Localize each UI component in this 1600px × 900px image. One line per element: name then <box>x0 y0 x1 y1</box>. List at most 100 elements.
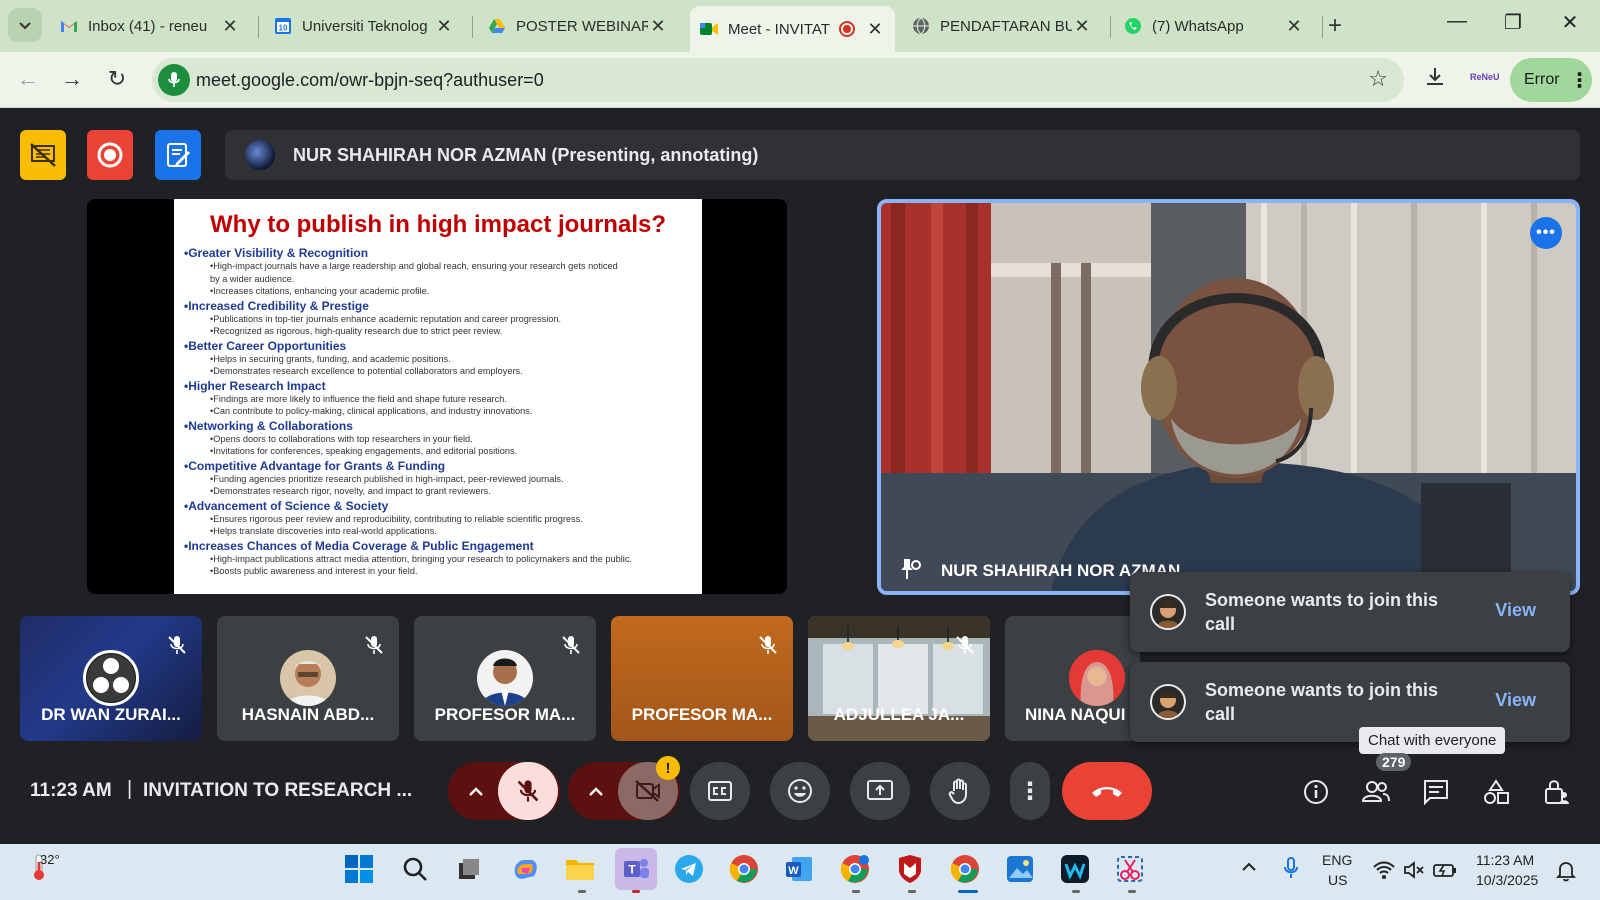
pin-icon[interactable] <box>895 555 923 583</box>
slide-section: •Competitive Advantage for Grants & Fund… <box>184 459 692 498</box>
tab-whatsapp[interactable]: (7) WhatsApp ✕ <box>1114 8 1314 44</box>
tab-meet[interactable]: Meet - INVITAT ✕ <box>690 6 895 52</box>
shared-screen-tile[interactable]: Why to publish in high impact journals? … <box>87 199 787 594</box>
closed-caption-icon <box>708 781 732 801</box>
word-icon: W <box>786 857 812 881</box>
participant-tile[interactable]: PROFESOR MA... <box>611 616 793 741</box>
more-options-button[interactable]: ••• <box>1530 217 1562 249</box>
start-button[interactable] <box>342 852 376 886</box>
extension-reneu[interactable]: ReNeU <box>1470 72 1500 82</box>
recording-button[interactable] <box>87 130 133 180</box>
video-settings-button[interactable] <box>578 774 614 810</box>
audio-settings-button[interactable] <box>458 774 494 810</box>
file-explorer-button[interactable] <box>563 852 597 886</box>
tab-poster-webinar[interactable]: POSTER WEBINAR ✕ <box>478 8 678 44</box>
browser-toolbar: ← → ↻ meet.google.com/owr-bpjn-seq?authu… <box>0 52 1600 108</box>
restore-button[interactable]: ❐ <box>1498 10 1528 35</box>
close-window-button[interactable]: ✕ <box>1555 10 1585 35</box>
taskbar-date[interactable]: 10/3/2025 <box>1476 872 1538 888</box>
more-options-toolbar-button[interactable]: ⋮ <box>1010 762 1050 820</box>
tab-label: Universiti Teknolog <box>302 17 428 35</box>
shield-icon <box>899 855 921 883</box>
download-icon[interactable] <box>1424 66 1446 94</box>
volume-muted-icon[interactable] <box>1402 860 1426 885</box>
view-request-button[interactable]: View <box>1495 690 1536 711</box>
tray-overflow-button[interactable] <box>1240 858 1258 881</box>
activities-button[interactable] <box>1478 774 1514 810</box>
svg-text:T: T <box>628 863 636 877</box>
wifi-icon[interactable] <box>1372 860 1396 885</box>
back-button[interactable]: ← <box>14 66 42 92</box>
mcafee-button[interactable] <box>893 852 927 886</box>
close-icon[interactable]: ✕ <box>648 16 668 37</box>
minimize-button[interactable]: — <box>1442 10 1472 33</box>
stop-presenting-button[interactable] <box>20 130 66 180</box>
photos-icon <box>1007 856 1033 882</box>
search-button[interactable] <box>398 852 432 886</box>
running-indicator <box>908 890 916 893</box>
leave-call-button[interactable] <box>1062 762 1152 820</box>
teams-button[interactable]: T <box>615 848 657 890</box>
close-icon[interactable]: ✕ <box>1284 16 1304 37</box>
meet-icon <box>700 20 718 38</box>
close-icon[interactable]: ✕ <box>865 19 885 40</box>
annotate-button[interactable] <box>155 130 201 180</box>
tab-gmail[interactable]: Inbox (41) - reneu ✕ <box>50 8 250 44</box>
slide-section: •Greater Visibility & Recognition •High-i… <box>184 247 692 298</box>
participant-tile[interactable]: PROFESOR MA... <box>414 616 596 741</box>
more-vertical-icon: ⋮ <box>1569 69 1590 92</box>
tab-search-button[interactable] <box>8 8 42 42</box>
microphone-permission-icon[interactable] <box>158 64 190 96</box>
view-request-button[interactable]: View <box>1495 600 1536 621</box>
close-icon[interactable]: ✕ <box>434 16 454 37</box>
people-icon <box>1361 781 1390 802</box>
language-line1[interactable]: ENG <box>1322 852 1352 868</box>
profile-error-button[interactable]: Error ⋮ <box>1510 58 1592 102</box>
host-controls-button[interactable] <box>1538 774 1574 810</box>
participant-tile[interactable]: NINA NAQUI <box>1005 616 1140 741</box>
bookmark-star-icon[interactable]: ☆ <box>1368 66 1388 92</box>
captions-button[interactable] <box>690 762 750 820</box>
people-button[interactable] <box>1358 774 1394 810</box>
main-video-tile[interactable]: ••• NUR SHAHIRAH NOR AZMAN <box>877 199 1580 595</box>
present-screen-button[interactable] <box>850 762 910 820</box>
forward-button[interactable]: → <box>58 66 86 92</box>
microphone-tray-icon[interactable] <box>1282 856 1300 885</box>
tab-label: (7) WhatsApp <box>1152 17 1244 35</box>
participant-tile[interactable]: ADJULLEA JA... <box>808 616 990 741</box>
tab-pendaftaran[interactable]: PENDAFTARAN BU ✕ <box>902 8 1102 44</box>
webex-button[interactable] <box>1058 852 1092 886</box>
reload-button[interactable]: ↻ <box>103 66 131 92</box>
participant-tile[interactable]: DR WAN ZURAI... <box>20 616 202 741</box>
tab-universiti[interactable]: 10 Universiti Teknolog ✕ <box>264 8 464 44</box>
tab-separator <box>1110 16 1111 38</box>
telegram-button[interactable] <box>672 852 706 886</box>
chat-button[interactable] <box>1418 774 1454 810</box>
chrome-profile-button[interactable] <box>838 852 872 886</box>
raise-hand-button[interactable] <box>930 762 990 820</box>
slide-bullet: •Publications in top-tier journals enhan… <box>210 313 562 324</box>
snipping-tool-button[interactable] <box>1113 852 1147 886</box>
copilot-button[interactable] <box>508 852 542 886</box>
close-icon[interactable]: ✕ <box>220 16 240 37</box>
participant-tile[interactable]: HASNAIN ABD... <box>217 616 399 741</box>
microphone-toggle-button[interactable] <box>498 762 558 820</box>
task-view-button[interactable] <box>452 852 486 886</box>
new-tab-button[interactable]: + <box>1328 12 1342 40</box>
photos-button[interactable] <box>1003 852 1037 886</box>
notification-center-button[interactable] <box>1555 860 1577 887</box>
meeting-details-button[interactable] <box>1298 774 1334 810</box>
telegram-icon <box>675 855 703 883</box>
address-bar[interactable]: meet.google.com/owr-bpjn-seq?authuser=0 … <box>152 58 1404 102</box>
chrome-active-button[interactable] <box>948 852 982 886</box>
call-end-icon <box>1092 787 1122 797</box>
chevron-up-icon <box>589 787 603 796</box>
taskbar-time[interactable]: 11:23 AM <box>1476 852 1534 868</box>
close-icon[interactable]: ✕ <box>1072 16 1092 37</box>
more-horizontal-icon: ••• <box>1536 224 1556 241</box>
reactions-button[interactable] <box>770 762 830 820</box>
running-indicator <box>1072 890 1080 893</box>
chrome-button[interactable] <box>727 852 761 886</box>
battery-icon[interactable] <box>1432 860 1458 885</box>
word-button[interactable]: W <box>782 852 816 886</box>
